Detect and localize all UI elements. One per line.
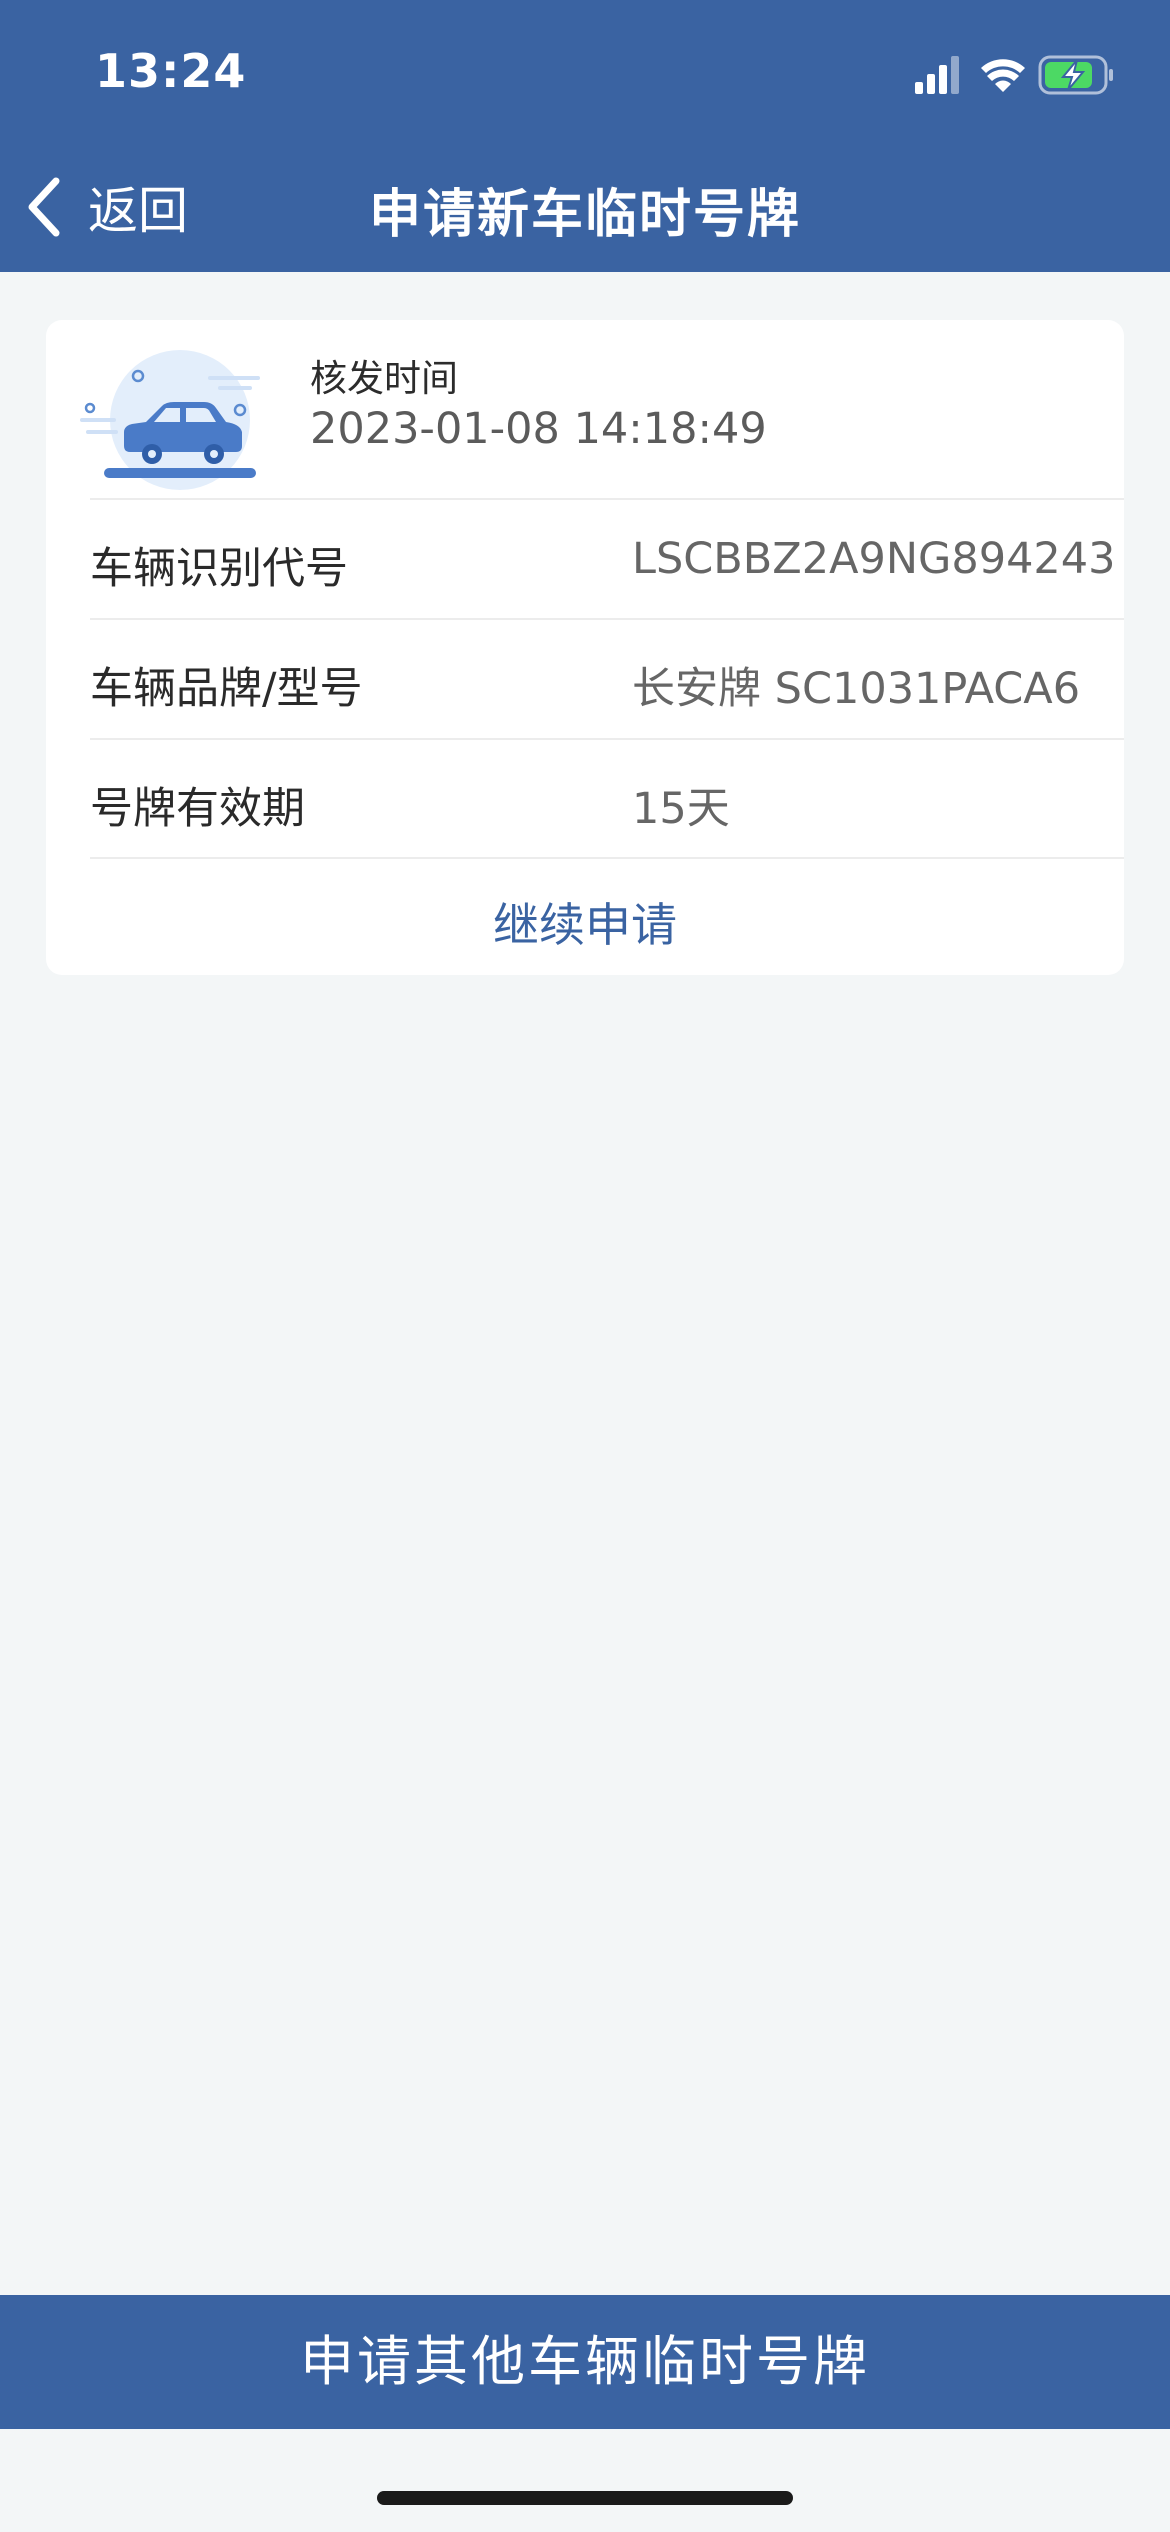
vin-label: 车辆识别代号 xyxy=(90,544,348,594)
status-time: 13:24 xyxy=(95,44,247,98)
validity-value: 15天 xyxy=(632,784,730,834)
continue-apply-link[interactable]: 继续申请 xyxy=(46,889,1124,955)
apply-other-vehicle-button[interactable]: 申请其他车辆临时号牌 xyxy=(0,2295,1170,2429)
header-bar: 13:24 返回 申请新车临时号牌 xyxy=(0,0,1170,272)
brand-model-label: 车辆品牌/型号 xyxy=(90,664,363,714)
issue-time-value: 2023-01-08 14:18:49 xyxy=(310,404,767,454)
page-title: 申请新车临时号牌 xyxy=(368,185,801,245)
signal-icon xyxy=(915,56,959,94)
info-row-vin: 车辆识别代号 LSCBBZ2A9NG894243 xyxy=(90,498,1124,620)
continue-row: 继续申请 xyxy=(90,857,1124,977)
info-row-validity: 号牌有效期 15天 xyxy=(90,738,1124,860)
card-header: 核发时间 2023-01-08 14:18:49 xyxy=(46,320,1124,498)
wifi-icon xyxy=(981,59,1025,92)
home-indicator xyxy=(377,2491,793,2505)
issue-time-label: 核发时间 xyxy=(310,357,458,400)
plate-info-card: 核发时间 2023-01-08 14:18:49 车辆识别代号 LSCBBZ2A… xyxy=(46,320,1124,975)
validity-label: 号牌有效期 xyxy=(90,784,305,834)
vin-value: LSCBBZ2A9NG894243 xyxy=(632,534,1116,584)
car-icon xyxy=(80,350,260,490)
status-icons xyxy=(915,55,1113,95)
brand-model-value: 长安牌 SC1031PACA6 xyxy=(632,664,1081,714)
battery-charging-icon xyxy=(1038,55,1113,95)
info-row-brand-model: 车辆品牌/型号 长安牌 SC1031PACA6 xyxy=(90,618,1124,740)
